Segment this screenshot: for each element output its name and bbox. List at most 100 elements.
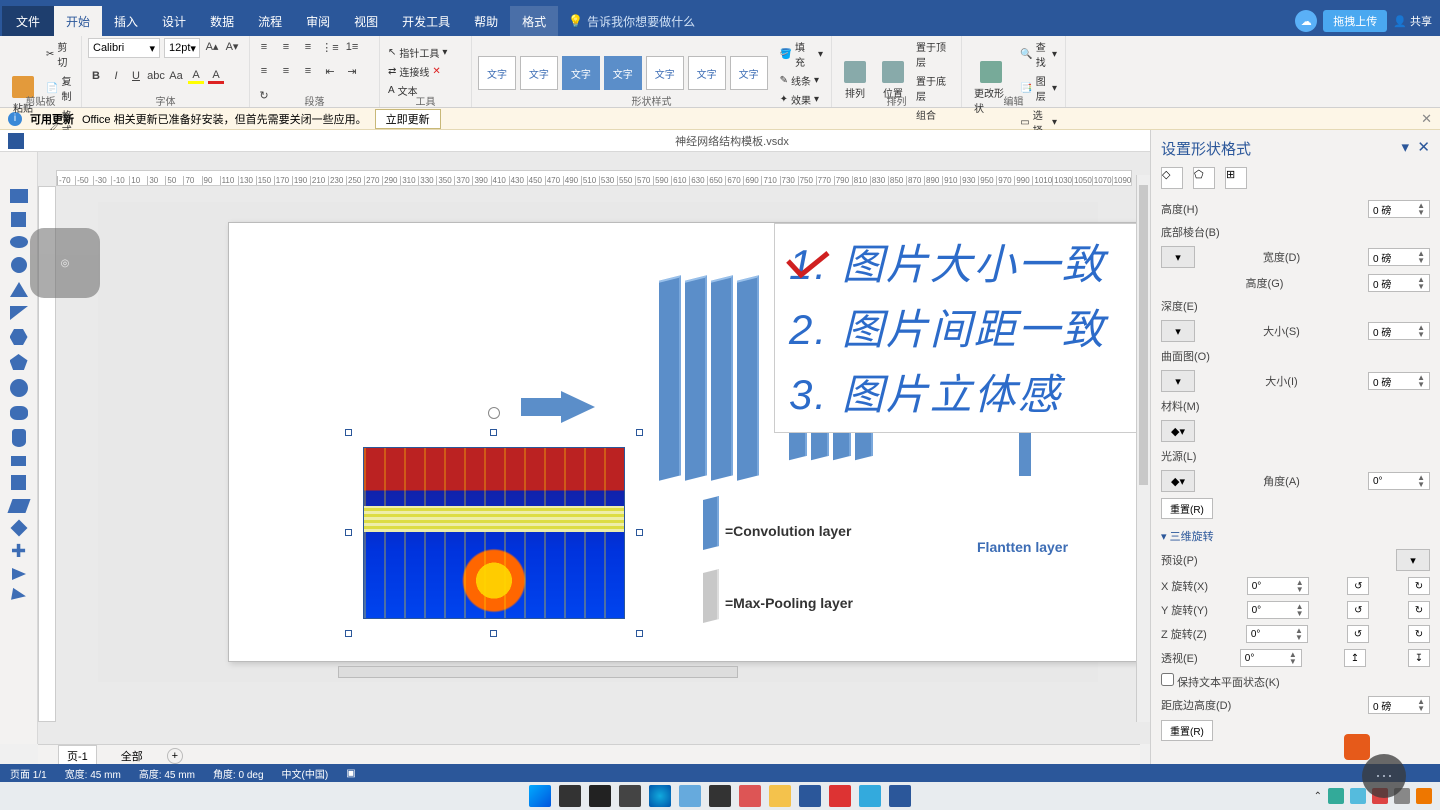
case-button[interactable]: Aa [168,68,184,84]
settings-button[interactable] [679,785,701,807]
tab-help[interactable]: 帮助 [462,6,510,36]
distance-ground-input[interactable]: 0 磅▲▼ [1368,696,1430,714]
stencil-ellipse[interactable] [10,236,28,248]
upload-button[interactable]: 拖拽上传 [1323,10,1387,32]
bring-front-button[interactable]: 置于顶层 [914,38,955,70]
tab-data[interactable]: 数据 [198,6,246,36]
page-tab-all[interactable]: 全部 [113,746,151,766]
edge-button[interactable] [649,785,671,807]
tell-me-search[interactable]: 💡 告诉我你想要做什么 [568,13,695,30]
x-rot-left-button[interactable]: ↺ [1347,577,1369,595]
stencil-square[interactable] [11,212,26,227]
floating-assist-button[interactable]: ◎ [30,228,100,298]
share-button[interactable]: 👤共享 [1393,13,1432,29]
numbering-button[interactable]: 1≡ [344,39,360,55]
stencil-triangle[interactable] [10,282,28,297]
align-left-button[interactable]: ≡ [256,63,272,79]
arrow-shape[interactable] [561,391,595,423]
shape-style-6[interactable]: 文字 [688,56,726,90]
reset-rotation-button[interactable]: 重置(R) [1161,720,1213,741]
spectrogram-image[interactable] [363,447,625,619]
resize-handle-bl[interactable] [345,630,352,637]
tab-format[interactable]: 格式 [510,6,558,36]
tab-insert[interactable]: 插入 [102,6,150,36]
align-top-button[interactable]: ≡ [256,39,272,55]
panel-close-button[interactable]: ✕ [1417,139,1430,156]
top-offset-input[interactable]: 0 磅▲▼ [1368,200,1430,218]
stencil-arrow-2[interactable] [11,588,27,602]
drawing-canvas[interactable]: Flantten layer Fully connec =Convolution… [98,202,1098,682]
font-color-button[interactable]: A [208,68,224,84]
fill-button[interactable]: 🪣填充▾ [778,38,825,70]
resize-handle-r[interactable] [636,529,643,536]
update-now-button[interactable]: 立即更新 [375,109,441,129]
underline-button[interactable]: U [128,68,144,84]
shape-style-7[interactable]: 文字 [730,56,768,90]
taskbar-app-3[interactable] [859,785,881,807]
stencil-circle-2[interactable] [10,379,28,397]
stencil-bar[interactable] [11,456,26,466]
stencil-cylinder[interactable] [12,429,26,447]
tab-design[interactable]: 设计 [150,6,198,36]
resize-handle-t[interactable] [490,429,497,436]
font-size-select[interactable]: 12pt▾ [164,38,200,58]
shape-style-5[interactable]: 文字 [646,56,684,90]
highlight-button[interactable]: A [188,68,204,84]
panel-menu-button[interactable]: ▾ [1402,139,1410,156]
taskbar-app-2[interactable] [829,785,851,807]
strike-button[interactable]: abc [148,68,164,84]
depth-color-swatch[interactable]: ▾ [1161,320,1195,342]
tray-icon-1[interactable] [1328,788,1344,804]
y-rot-up-button[interactable]: ↺ [1347,601,1369,619]
z-rot-ccw-button[interactable]: ↻ [1408,625,1430,643]
search-button[interactable] [559,785,581,807]
surface-swatch[interactable]: ▾ [1161,370,1195,392]
stencil-diamond[interactable] [10,520,27,537]
stencil-right-triangle[interactable] [10,306,28,320]
macro-record-icon[interactable]: ▣ [346,768,355,779]
panel-tab-fill-icon[interactable]: ◇ [1161,167,1183,189]
stencil-pentagon[interactable] [10,354,28,370]
stencil-plus[interactable]: ✚ [10,543,28,559]
connector-tool-button[interactable]: ⇄连接线✕ [386,63,449,80]
shape-style-4[interactable]: 文字 [604,56,642,90]
resize-handle-br[interactable] [636,630,643,637]
depth-size-input[interactable]: 0 磅▲▼ [1368,322,1430,340]
shape-style-2[interactable]: 文字 [520,56,558,90]
z-rot-cw-button[interactable]: ↺ [1347,625,1369,643]
align-right-button[interactable]: ≡ [300,63,316,79]
line-button[interactable]: ✎线条▾ [778,72,825,89]
y-rotation-input[interactable]: 0°▲▼ [1247,601,1309,619]
light-swatch[interactable]: ◆▾ [1161,470,1195,492]
light-angle-input[interactable]: 0°▲▼ [1368,472,1430,490]
perspective-input[interactable]: 0°▲▼ [1240,649,1302,667]
keep-text-flat-checkbox[interactable] [1161,673,1174,686]
panel-tab-size-icon[interactable]: ⊞ [1225,167,1247,189]
stencil-circle[interactable] [11,257,27,273]
terminal-button[interactable] [709,785,731,807]
bottom-bevel-swatch[interactable]: ▾ [1161,246,1195,268]
horizontal-scrollbar[interactable] [338,666,738,678]
shrink-font-button[interactable]: A▾ [224,38,240,54]
vertical-scrollbar[interactable] [1136,175,1150,722]
x-rotation-input[interactable]: 0°▲▼ [1247,577,1309,595]
word-button[interactable] [799,785,821,807]
grow-font-button[interactable]: A▴ [204,38,220,54]
shape-style-3[interactable]: 文字 [562,56,600,90]
add-page-button[interactable]: + [167,748,183,764]
resize-handle-tr[interactable] [636,429,643,436]
persp-narrow-button[interactable]: ↥ [1344,649,1366,667]
taskview-button[interactable] [589,785,611,807]
matlab-button[interactable] [739,785,761,807]
tab-view[interactable]: 视图 [342,6,390,36]
resize-handle-tl[interactable] [345,429,352,436]
resize-handle-b[interactable] [490,630,497,637]
align-bottom-button[interactable]: ≡ [300,39,316,55]
stencil-rect[interactable] [10,189,28,203]
rotation-preset-swatch[interactable]: ▾ [1396,549,1430,571]
stencil-hexagon[interactable] [10,329,28,345]
selected-image[interactable] [349,433,639,633]
indent-inc-button[interactable]: ⇥ [344,63,360,79]
tray-icon-2[interactable] [1350,788,1366,804]
explorer-button[interactable] [769,785,791,807]
